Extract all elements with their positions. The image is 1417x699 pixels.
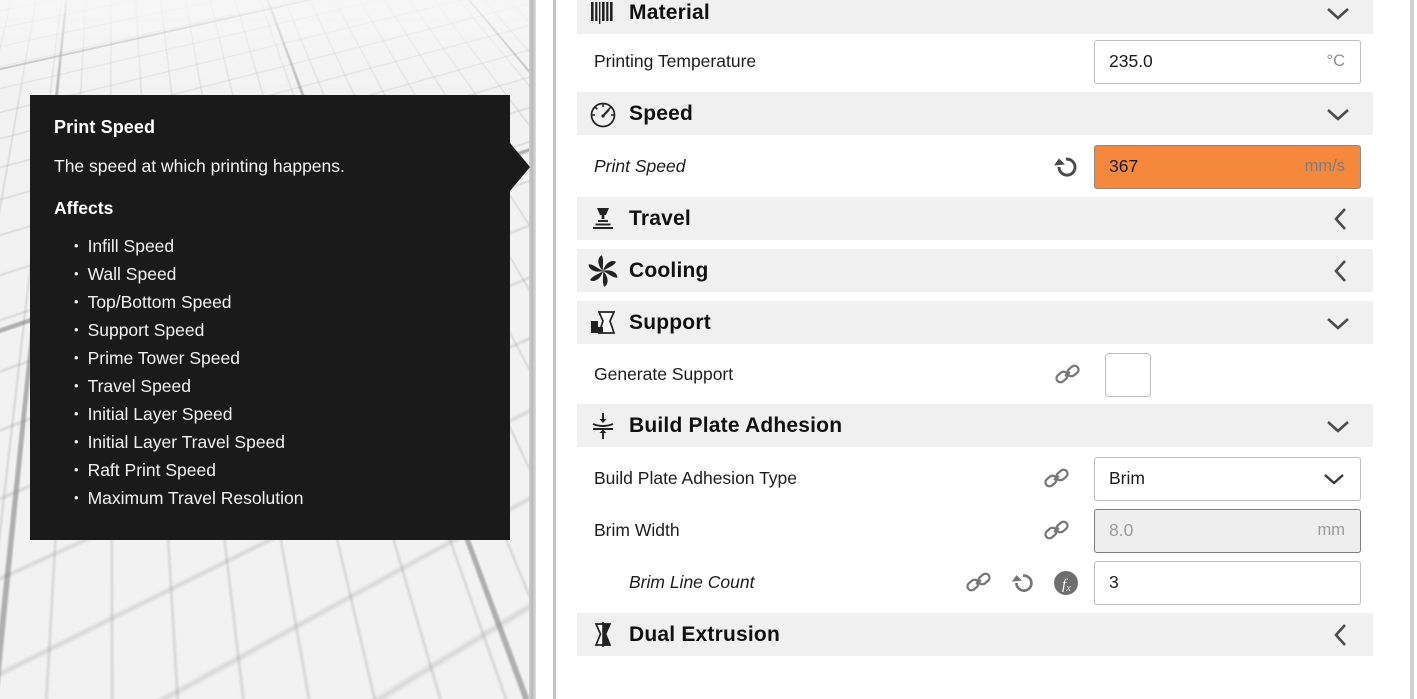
list-item: Initial Layer Travel Speed (74, 428, 486, 456)
list-item: Initial Layer Speed (74, 400, 486, 428)
section-header-material[interactable]: Material (577, 0, 1373, 34)
row-print-speed[interactable]: Print Speed 367 mm/s (577, 145, 1373, 188)
section-header-speed[interactable]: Speed (577, 92, 1373, 135)
field-value: 8.0 (1095, 520, 1133, 541)
list-item: Support Speed (74, 316, 486, 344)
print-speed-tooltip: Print Speed The speed at which printing … (30, 95, 510, 540)
chain-link-icon[interactable] (1053, 362, 1083, 388)
revert-arrow-icon[interactable] (1008, 569, 1038, 597)
row-generate-support[interactable]: Generate Support (577, 353, 1373, 396)
section-header-dual-extrusion[interactable]: Dual Extrusion (577, 613, 1373, 656)
chain-link-icon[interactable] (1042, 518, 1072, 544)
chevron-down-icon[interactable] (1325, 106, 1351, 122)
row-printing-temperature[interactable]: Printing Temperature 235.0 °C (577, 40, 1373, 83)
list-item: Prime Tower Speed (74, 344, 486, 372)
setting-label: Generate Support (577, 364, 733, 385)
section-header-cooling[interactable]: Cooling (577, 249, 1373, 292)
revert-arrow-icon[interactable] (1050, 152, 1082, 182)
chevron-down-icon[interactable] (1325, 5, 1351, 21)
field-value: 235.0 (1095, 51, 1153, 72)
chain-link-icon[interactable] (1042, 466, 1072, 492)
field-value: Brim (1095, 468, 1145, 489)
tooltip-affects-label: Affects (54, 198, 486, 219)
chevron-left-icon[interactable] (1331, 206, 1351, 232)
setting-label: Printing Temperature (577, 51, 756, 72)
support-structure-icon (577, 308, 629, 338)
brim-line-count-input[interactable]: 3 (1094, 561, 1361, 605)
panel-scrollbar[interactable] (1410, 0, 1414, 699)
section-title: Dual Extrusion (629, 623, 780, 647)
list-item: Travel Speed (74, 372, 486, 400)
tooltip-arrow (510, 143, 530, 191)
list-item: Maximum Travel Resolution (74, 484, 486, 512)
chevron-left-icon[interactable] (1331, 258, 1351, 284)
chevron-down-icon[interactable] (1322, 472, 1360, 486)
settings-panel[interactable]: Material Printing Temperature 235.0 °C S… (556, 0, 1417, 699)
list-item: Infill Speed (74, 232, 486, 260)
section-title: Support (629, 311, 711, 335)
section-header-support[interactable]: Support (577, 301, 1373, 344)
tooltip-title: Print Speed (54, 117, 486, 138)
section-title: Build Plate Adhesion (629, 414, 842, 438)
svg-text:x: x (1065, 582, 1071, 594)
chevron-left-icon[interactable] (1331, 622, 1351, 648)
build-plate-adhesion-icon (577, 410, 629, 442)
printing-temperature-input[interactable]: 235.0 °C (1094, 40, 1361, 84)
speedometer-icon (577, 99, 629, 129)
generate-support-checkbox[interactable] (1105, 353, 1151, 397)
viewport-right-edge (529, 0, 536, 699)
tooltip-affects-list: Infill Speed Wall Speed Top/Bottom Speed… (54, 232, 486, 512)
row-adhesion-type[interactable]: Build Plate Adhesion Type Brim (577, 457, 1373, 500)
row-brim-line-count[interactable]: Brim Line Count f x 3 (577, 561, 1373, 604)
field-value: 3 (1095, 572, 1119, 593)
field-unit: °C (1326, 52, 1360, 71)
setting-label: Build Plate Adhesion Type (577, 468, 797, 489)
list-item: Wall Speed (74, 260, 486, 288)
chevron-down-icon[interactable] (1325, 315, 1351, 331)
field-unit: mm/s (1305, 157, 1360, 176)
field-unit: mm (1318, 521, 1361, 540)
dual-extrusion-icon (577, 620, 629, 650)
setting-label: Print Speed (577, 156, 685, 177)
field-value: 367 (1095, 156, 1138, 177)
tooltip-description: The speed at which printing happens. (54, 156, 486, 177)
section-header-travel[interactable]: Travel (577, 197, 1373, 240)
list-item: Top/Bottom Speed (74, 288, 486, 316)
fan-icon (577, 255, 629, 287)
section-header-build-plate-adhesion[interactable]: Build Plate Adhesion (577, 404, 1373, 447)
adhesion-type-dropdown[interactable]: Brim (1094, 457, 1361, 501)
row-brim-width[interactable]: Brim Width 8.0 mm (577, 509, 1373, 552)
section-title: Speed (629, 102, 693, 126)
section-title: Travel (629, 207, 691, 231)
fx-function-icon[interactable]: f x (1052, 569, 1080, 597)
print-speed-input[interactable]: 367 mm/s (1094, 145, 1361, 189)
setting-label: Brim Line Count (577, 572, 754, 593)
setting-label: Brim Width (577, 520, 680, 541)
nozzle-travel-icon (577, 204, 629, 234)
brim-width-input[interactable]: 8.0 mm (1094, 509, 1361, 553)
filament-spool-icon (577, 0, 629, 26)
chain-link-icon[interactable] (964, 570, 994, 596)
list-item: Raft Print Speed (74, 456, 486, 484)
section-title: Material (629, 1, 710, 25)
chevron-down-icon[interactable] (1325, 418, 1351, 434)
section-title: Cooling (629, 259, 709, 283)
